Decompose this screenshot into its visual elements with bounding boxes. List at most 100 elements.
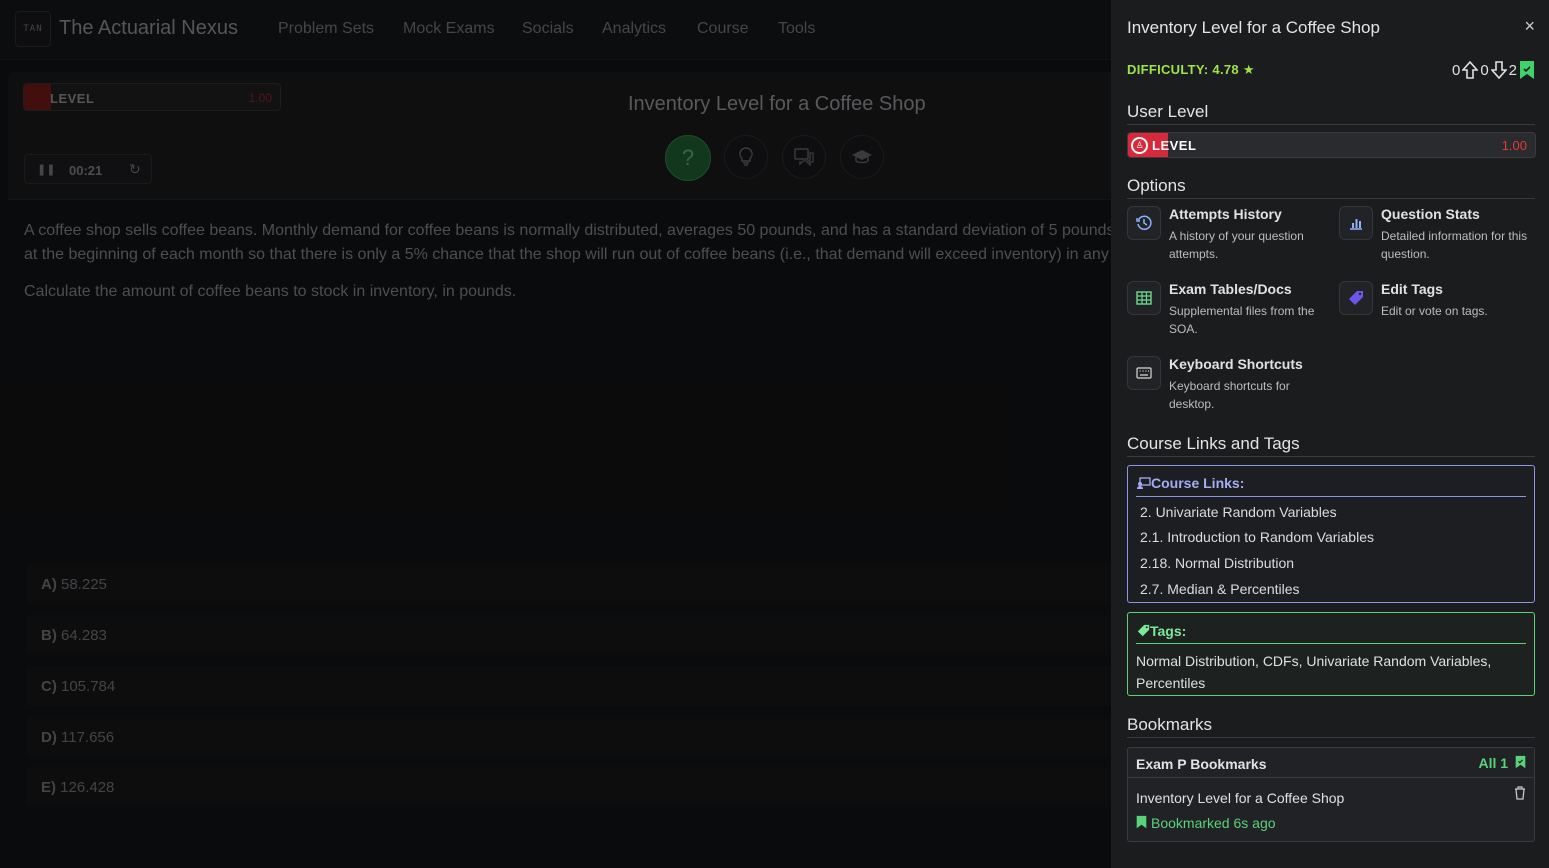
hint-lightbulb-icon[interactable]: [724, 135, 768, 179]
option-title: Attempts History: [1169, 206, 1282, 222]
bookmark-list-title: Exam P Bookmarks: [1136, 756, 1267, 772]
bookmark-list: Exam P Bookmarks All 1 Inventory Level f…: [1127, 747, 1535, 842]
vote-counts: 0 0 2: [1452, 60, 1535, 80]
answer-option-c[interactable]: C) 105.784: [26, 666, 1116, 706]
answer-value: 58.225: [61, 576, 107, 593]
question-prompt: Calculate the amount of coffee beans to …: [24, 283, 517, 300]
divider: [1136, 496, 1526, 497]
bookmark-timestamp: Bookmarked 6s ago: [1136, 815, 1276, 831]
course-link-2[interactable]: 2.1. Introduction to Random Variables: [1140, 529, 1374, 545]
answer-value: 64.283: [61, 627, 107, 644]
bookmarks-heading: Bookmarks: [1127, 715, 1213, 734]
option-description: Supplemental files from the SOA.: [1169, 304, 1315, 336]
divider: [1136, 643, 1526, 644]
bookmark-item-title[interactable]: Inventory Level for a Coffee Shop: [1136, 790, 1344, 806]
question-level-bar: LEVEL 1.00: [23, 83, 281, 111]
nav-socials[interactable]: Socials: [522, 20, 574, 38]
bookmark-icon: [1515, 755, 1526, 769]
level-badge-icon: [24, 84, 51, 110]
app-logo[interactable]: TAN: [15, 11, 51, 47]
option-description: A history of your question attempts.: [1169, 229, 1304, 261]
tags-list: Normal Distribution, CDFs, Univariate Ra…: [1136, 653, 1492, 691]
downvote-count: 0: [1480, 61, 1489, 79]
divider: [1127, 124, 1535, 125]
close-icon[interactable]: ×: [1524, 16, 1535, 37]
option-description: Detailed information for this question.: [1381, 229, 1528, 261]
solution-graduation-cap-icon[interactable]: [840, 135, 884, 179]
course-links-box: Course Links: 2. Univariate Random Varia…: [1127, 465, 1535, 603]
question-details-panel: Inventory Level for a Coffee Shop × DIFF…: [1111, 0, 1549, 868]
answer-letter: D): [41, 729, 57, 746]
keyboard-icon: [1127, 356, 1161, 390]
pause-icon[interactable]: ❚❚: [37, 163, 55, 176]
course-links-icon: [1137, 477, 1151, 489]
timer-value: 00:21: [69, 163, 103, 178]
question-text: A coffee shop sells coffee beans. Monthl…: [24, 219, 1114, 267]
option-title: Edit Tags: [1381, 281, 1443, 297]
bookmark-all-label: All 1: [1478, 755, 1509, 771]
divider: [1127, 456, 1535, 457]
course-links-heading: Course Links and Tags: [1127, 434, 1300, 453]
answer-letter: E): [41, 779, 56, 796]
user-level-bar: ♙ LEVEL 1.00: [1127, 132, 1536, 158]
option-description: Edit or vote on tags.: [1381, 304, 1488, 318]
course-links-label: Course Links:: [1151, 475, 1245, 491]
bookmark-all-toggle[interactable]: All 1: [1479, 755, 1526, 771]
course-link-4[interactable]: 2.7. Median & Percentiles: [1140, 581, 1300, 597]
course-link-3[interactable]: 2.18. Normal Distribution: [1140, 555, 1294, 571]
downvote-arrow-icon[interactable]: [1490, 61, 1507, 79]
bookmark-list-header: Exam P Bookmarks All 1: [1128, 748, 1534, 778]
level-value: 1.00: [248, 91, 272, 105]
help-icon[interactable]: ?: [665, 135, 711, 181]
nav-mock-exams[interactable]: Mock Exams: [403, 20, 495, 38]
answer-letter: C): [41, 678, 57, 695]
tag-icon: [1339, 281, 1373, 315]
difficulty-label: DIFFICULTY: 4.78: [1127, 62, 1239, 77]
bar-chart-icon: [1339, 206, 1373, 240]
nav-course[interactable]: Course: [697, 20, 749, 38]
tag-icon: [1137, 624, 1150, 637]
course-links-header: Course Links:: [1137, 475, 1244, 491]
discussion-icon[interactable]: [782, 135, 826, 179]
panel-title: Inventory Level for a Coffee Shop: [1127, 18, 1380, 37]
answer-value: 126.428: [60, 779, 115, 796]
question-timer: ❚❚ 00:21 ↻: [24, 154, 152, 184]
bookmark-icon: [1136, 815, 1147, 829]
option-description: Keyboard shortcuts for desktop.: [1169, 379, 1290, 411]
answer-option-d[interactable]: D) 117.656: [26, 717, 1116, 757]
bookmark-count: 2: [1508, 61, 1517, 79]
star-icon: ★: [1242, 62, 1255, 77]
divider: [1127, 737, 1535, 738]
history-clock-icon: [1127, 206, 1161, 240]
level-badge-icon: ♙: [1131, 137, 1148, 154]
upvote-arrow-icon[interactable]: [1462, 61, 1479, 79]
answer-value: 117.656: [61, 729, 115, 746]
tags-label: Tags:: [1150, 623, 1187, 639]
options-heading: Options: [1127, 176, 1186, 195]
upvote-count: 0: [1451, 61, 1461, 79]
bookmark-icon[interactable]: [1519, 60, 1535, 80]
answer-option-a[interactable]: A) 58.225: [26, 564, 1116, 604]
table-grid-icon: [1127, 281, 1161, 315]
nav-tools[interactable]: Tools: [778, 20, 815, 38]
nav-analytics[interactable]: Analytics: [602, 20, 666, 38]
user-level-heading: User Level: [1127, 102, 1209, 121]
option-title: Exam Tables/Docs: [1169, 281, 1292, 297]
level-value: 1.00: [1501, 138, 1527, 153]
brand-name[interactable]: The Actuarial Nexus: [59, 17, 238, 40]
divider: [1127, 198, 1535, 199]
question-text-line-1: A coffee shop sells coffee beans. Monthl…: [24, 222, 1114, 239]
bookmark-when-label: Bookmarked 6s ago: [1151, 815, 1276, 831]
answer-letter: A): [41, 576, 57, 593]
option-title: Question Stats: [1381, 206, 1480, 222]
difficulty-rating: DIFFICULTY: 4.78 ★: [1127, 62, 1255, 78]
answer-option-b[interactable]: B) 64.283: [26, 615, 1116, 655]
reset-icon[interactable]: ↻: [129, 161, 141, 178]
tags-header: Tags:: [1137, 623, 1186, 639]
answer-option-e[interactable]: E) 126.428: [26, 767, 1116, 807]
tags-box: Tags: Normal Distribution, CDFs, Univari…: [1127, 612, 1535, 696]
trash-icon[interactable]: [1514, 786, 1526, 803]
course-link-1[interactable]: 2. Univariate Random Variables: [1140, 504, 1337, 520]
answer-letter: B): [41, 627, 57, 644]
nav-problem-sets[interactable]: Problem Sets: [278, 20, 374, 38]
